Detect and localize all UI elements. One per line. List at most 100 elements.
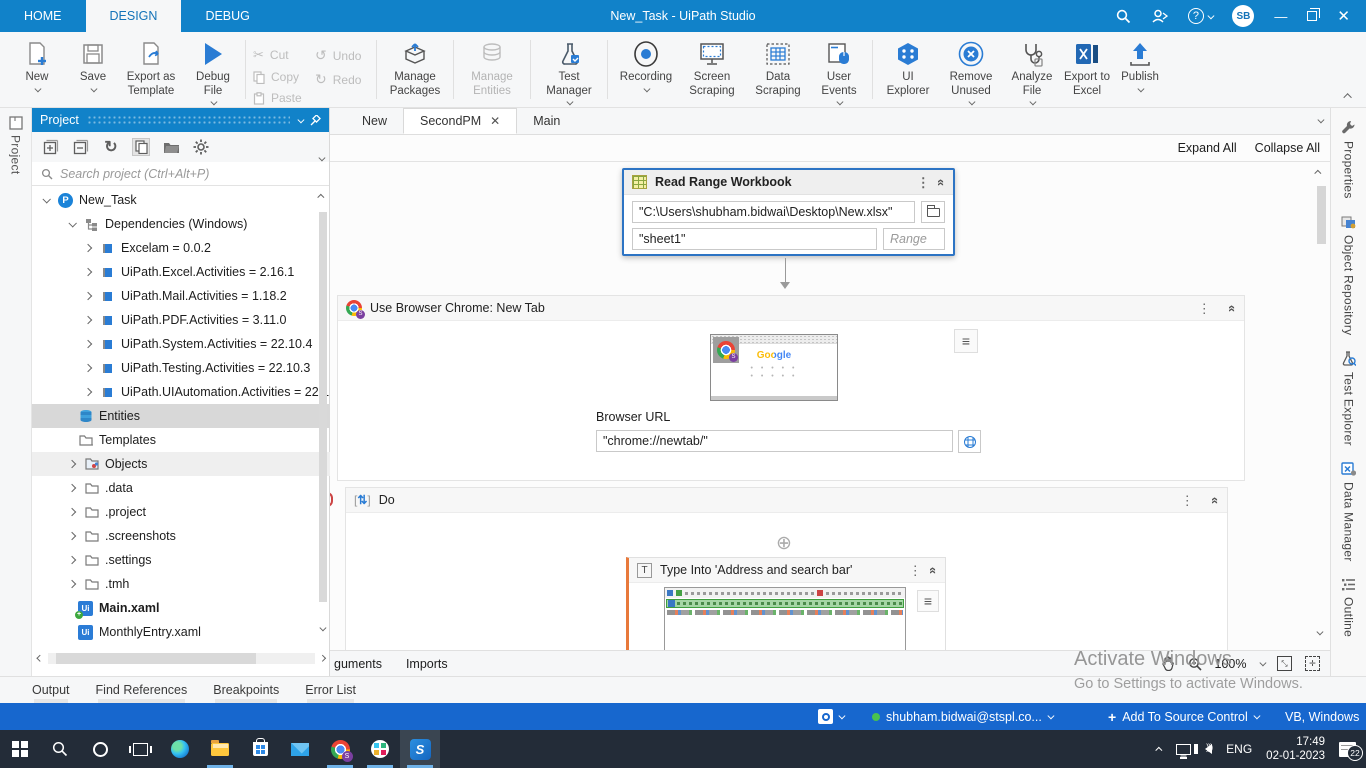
reset-zoom-icon[interactable]: ✛ [1305, 656, 1320, 671]
publish-button[interactable]: Publish [1116, 37, 1164, 92]
screen-scraping-button[interactable]: Screen Scraping [681, 37, 743, 98]
tree-item[interactable]: Ui + Main.xaml [32, 596, 330, 620]
slack-button[interactable] [360, 730, 400, 768]
workbook-path-input[interactable]: "C:\Users\shubham.bidwai\Desktop\New.xls… [632, 201, 915, 223]
arguments-tab[interactable]: guments [334, 657, 382, 671]
doc-tab-new[interactable]: New [346, 108, 403, 134]
tree-item[interactable]: Ui MonthlyEntry.xaml [32, 620, 330, 644]
tree-item[interactable]: .data [32, 476, 330, 500]
uipath-studio-button[interactable]: S [400, 730, 440, 768]
settings-gear-icon[interactable] [192, 138, 210, 156]
remove-unused-button[interactable]: Remove Unused [940, 37, 1002, 105]
clock[interactable]: 17:49 02-01-2023 [1266, 735, 1325, 764]
activity-use-browser[interactable]: S Use Browser Chrome: New Tab ⋮ « S Goog… [337, 295, 1245, 481]
export-as-template-button[interactable]: Export as Template [118, 37, 184, 98]
doc-tab-secondpm[interactable]: SecondPM ✕ [403, 108, 518, 134]
activity-menu-icon[interactable]: ⋮ [1181, 494, 1194, 507]
tree-item-selected[interactable]: Entities [32, 404, 330, 428]
show-all-files-icon[interactable] [132, 138, 150, 156]
tree-item[interactable]: Excelam = 0.0.2 [32, 236, 330, 260]
close-tab-icon[interactable]: ✕ [490, 114, 500, 128]
tree-item[interactable]: UiPath.PDF.Activities = 3.11.0 [32, 308, 330, 332]
activity-options-button[interactable]: ≡ [917, 590, 939, 612]
analyze-file-button[interactable]: Analyze File [1006, 37, 1058, 105]
tree-item[interactable]: .tmh [32, 572, 330, 596]
start-button[interactable] [0, 730, 40, 768]
tree-hscrollbar[interactable] [32, 648, 330, 668]
edge-button[interactable] [160, 730, 200, 768]
panel-menu-chevron-icon[interactable] [297, 116, 304, 123]
breakpoints-tab[interactable]: Breakpoints [213, 683, 279, 704]
tree-item[interactable]: UiPath.Testing.Activities = 22.10.3 [32, 356, 330, 380]
doc-tab-main[interactable]: Main [517, 108, 576, 134]
user-accounts-icon[interactable] [1151, 9, 1168, 24]
browser-url-input[interactable]: "chrome://newtab/" [596, 430, 953, 452]
help-button[interactable]: ? [1187, 8, 1215, 24]
activity-do-sequence[interactable]: [⇅] Do ⋮ « ⊕ T Type Into 'Address and se… [345, 487, 1228, 650]
open-folder-icon[interactable] [162, 138, 180, 156]
tab-design[interactable]: DESIGN [85, 0, 182, 32]
error-list-tab[interactable]: Error List [305, 683, 356, 704]
dock-tab-data-manager[interactable]: Data Manager [1341, 454, 1356, 570]
refresh-icon[interactable]: ↻ [102, 138, 120, 156]
avatar[interactable]: SB [1232, 5, 1255, 27]
recording-button[interactable]: Recording [615, 37, 677, 92]
project-search-input[interactable]: Search project (Ctrl+Alt+P) [32, 162, 329, 186]
tray-expand-icon[interactable] [1155, 747, 1162, 754]
collapse-all-link[interactable]: Collapse All [1255, 141, 1320, 155]
dock-tab-test-explorer[interactable]: Test Explorer [1341, 343, 1356, 454]
output-tab[interactable]: Output [32, 683, 70, 704]
tree-item-partial[interactable]: Ui [32, 644, 330, 646]
orchestrator-status[interactable] [818, 703, 846, 730]
tree-item[interactable]: .project [32, 500, 330, 524]
network-icon[interactable] [1176, 743, 1192, 759]
find-references-tab[interactable]: Find References [96, 683, 187, 704]
save-button[interactable]: Save [72, 37, 114, 92]
dock-tab-object-repository[interactable]: Object Repository [1341, 207, 1356, 343]
search-icon[interactable] [1116, 9, 1131, 24]
tree-item[interactable]: .screenshots [32, 524, 330, 548]
collapse-activity-icon[interactable]: « [926, 566, 941, 573]
browse-file-button[interactable] [921, 201, 945, 223]
mail-button[interactable] [280, 730, 320, 768]
activity-type-into[interactable]: T Type Into 'Address and search bar' ⋮ «… [626, 557, 946, 650]
manage-packages-button[interactable]: Manage Packages [384, 37, 446, 98]
add-activity-icon[interactable]: ⊕ [776, 532, 792, 555]
restore-button[interactable] [1307, 8, 1321, 21]
toolbar-overflow-icon[interactable] [318, 153, 325, 161]
scroll-right-icon[interactable] [318, 654, 325, 662]
paste-button[interactable]: Paste [253, 91, 311, 105]
browser-screenshot-thumbnail[interactable]: S Google • • • • • • • • • • [710, 334, 838, 401]
dock-tab-properties[interactable]: Properties [1341, 112, 1356, 207]
copy-button[interactable]: Copy [253, 70, 311, 84]
tab-home[interactable]: HOME [0, 0, 86, 32]
sheet-name-input[interactable]: "sheet1" [632, 228, 877, 250]
scroll-down-icon[interactable] [1316, 628, 1324, 635]
tree-item[interactable]: UiPath.System.Activities = 22.10.4 [32, 332, 330, 356]
workflow-area[interactable]: Read Range Workbook ⋮ « "C:\Users\shubha… [330, 161, 1330, 650]
chrome-button[interactable]: S [320, 730, 360, 768]
file-explorer-button[interactable] [200, 730, 240, 768]
debug-file-button[interactable]: Debug File [188, 37, 238, 105]
taskbar-search-button[interactable] [40, 730, 80, 768]
activity-read-range-workbook[interactable]: Read Range Workbook ⋮ « "C:\Users\shubha… [622, 168, 955, 256]
tab-debug[interactable]: DEBUG [181, 0, 273, 32]
imports-tab[interactable]: Imports [406, 657, 448, 671]
target-screenshot-thumbnail[interactable] [664, 587, 906, 650]
microsoft-store-button[interactable] [240, 730, 280, 768]
tree-scrollbar[interactable] [317, 190, 329, 642]
test-manager-button[interactable]: Test Manager [538, 37, 600, 105]
activity-menu-icon[interactable]: ⋮ [909, 564, 922, 577]
add-to-source-control-button[interactable]: + Add To Source Control [1108, 703, 1260, 730]
tab-list-chevron-icon[interactable] [1317, 116, 1324, 123]
collapse-all-tree-icon[interactable] [72, 138, 90, 156]
collapse-activity-icon[interactable]: « [934, 178, 949, 185]
collapse-activity-icon[interactable]: « [1225, 304, 1240, 311]
fit-to-screen-icon[interactable]: ⤡ [1277, 656, 1292, 671]
expand-all-link[interactable]: Expand All [1178, 141, 1237, 155]
minimize-button[interactable]: — [1274, 9, 1287, 24]
collapse-activity-icon[interactable]: « [1208, 496, 1223, 503]
cortana-button[interactable] [80, 730, 120, 768]
tree-item[interactable]: UiPath.Mail.Activities = 1.18.2 [32, 284, 330, 308]
undo-button[interactable]: ↺ Undo [315, 47, 369, 64]
